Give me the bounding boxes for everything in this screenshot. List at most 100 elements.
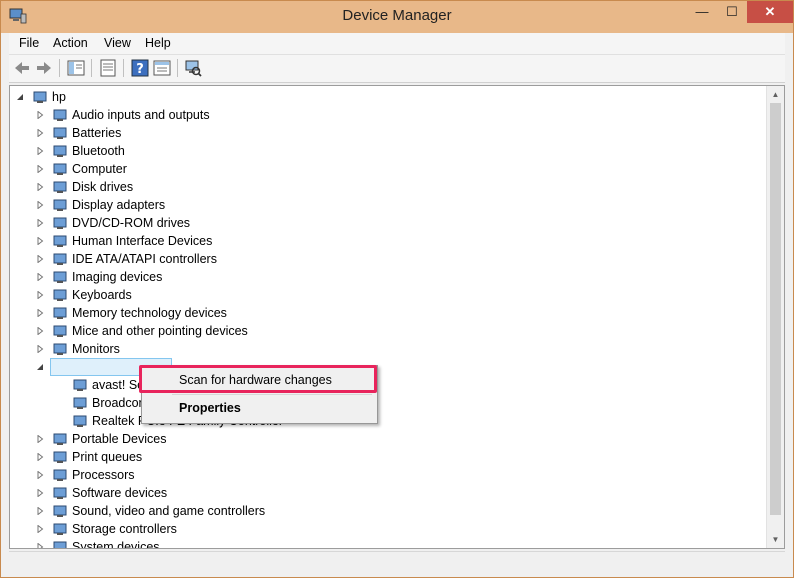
network-adapter-icon	[73, 397, 87, 409]
sound-icon	[53, 505, 67, 517]
collapsed-arrow-icon[interactable]	[36, 201, 44, 209]
properties-item[interactable]: Properties	[179, 401, 241, 415]
tree-item-label: Print queues	[72, 450, 143, 464]
tree-category-row[interactable]: Monitors	[10, 340, 765, 358]
bluetooth-icon	[53, 145, 67, 157]
tree-category-row[interactable]: Sound, video and game controllers	[10, 502, 765, 520]
collapsed-arrow-icon[interactable]	[36, 309, 44, 317]
toolbar-separator	[123, 59, 124, 77]
collapsed-arrow-icon[interactable]	[36, 237, 44, 245]
tree-category-row[interactable]: Memory technology devices	[10, 304, 765, 322]
collapsed-arrow-icon[interactable]	[36, 111, 44, 119]
tree-category-row[interactable]: Display adapters	[10, 196, 765, 214]
disk-icon	[53, 181, 67, 193]
view-icon[interactable]	[152, 58, 172, 78]
portable-icon	[53, 433, 67, 445]
monitor-icon	[53, 343, 67, 355]
tree-item-label: Processors	[72, 468, 135, 482]
tree-category-row[interactable]: Batteries	[10, 124, 765, 142]
menu-view[interactable]: View	[104, 36, 131, 50]
collapsed-arrow-icon[interactable]	[36, 525, 44, 533]
system-icon	[53, 541, 67, 548]
tree-item-label: Human Interface Devices	[72, 234, 213, 248]
vertical-scrollbar[interactable]: ▲ ▼	[766, 86, 784, 548]
network-adapter-icon	[73, 415, 87, 427]
tree-item-label: Portable Devices	[72, 432, 167, 446]
speaker-icon	[53, 109, 67, 121]
tree-item-label: DVD/CD-ROM drives	[72, 216, 191, 230]
collapsed-arrow-icon[interactable]	[36, 147, 44, 155]
tree-category-row[interactable]: Audio inputs and outputs	[10, 106, 765, 124]
tree-category-row[interactable]: Computer	[10, 160, 765, 178]
menu-action[interactable]: Action	[53, 36, 88, 50]
minimize-button[interactable]: —	[687, 1, 717, 23]
keyboard-icon	[53, 289, 67, 301]
menu-file[interactable]: File	[19, 36, 39, 50]
tree-item-label: Imaging devices	[72, 270, 163, 284]
show-hide-tree-icon[interactable]	[66, 58, 86, 78]
tree-item-label: Keyboards	[72, 288, 132, 302]
tree-item-label: Audio inputs and outputs	[72, 108, 210, 122]
help-icon[interactable]: ?	[130, 58, 150, 78]
collapsed-arrow-icon[interactable]	[36, 345, 44, 353]
scroll-up-icon[interactable]: ▲	[767, 86, 784, 103]
tree-category-row[interactable]: Software devices	[10, 484, 765, 502]
collapsed-arrow-icon[interactable]	[36, 255, 44, 263]
device-tree[interactable]: System devices Storage controllers Sound, …	[9, 85, 785, 549]
expanded-arrow-icon[interactable]	[16, 93, 24, 101]
tree-category-row[interactable]: Portable Devices	[10, 430, 765, 448]
tree-category-row[interactable]: Imaging devices	[10, 268, 765, 286]
collapsed-arrow-icon[interactable]	[36, 471, 44, 479]
collapsed-arrow-icon[interactable]	[36, 183, 44, 191]
collapsed-arrow-icon[interactable]	[36, 291, 44, 299]
tree-category-row[interactable]: Disk drives	[10, 178, 765, 196]
collapsed-arrow-icon[interactable]	[36, 543, 44, 549]
back-icon[interactable]	[12, 58, 32, 78]
collapsed-arrow-icon[interactable]	[36, 453, 44, 461]
highlight-box	[139, 365, 377, 393]
menu-bar: File Action View Help	[9, 33, 785, 55]
tree-root-row[interactable]: hp	[10, 88, 765, 106]
tree-category-row[interactable]: Bluetooth	[10, 142, 765, 160]
tree-category-row[interactable]: DVD/CD-ROM drives	[10, 214, 765, 232]
collapsed-arrow-icon[interactable]	[36, 273, 44, 281]
scrollbar-thumb[interactable]	[770, 103, 781, 515]
processor-icon	[53, 469, 67, 481]
collapsed-arrow-icon[interactable]	[36, 507, 44, 515]
tree-category-row[interactable]: IDE ATA/ATAPI controllers	[10, 250, 765, 268]
maximize-button[interactable]: ☐	[718, 1, 746, 23]
tree-category-row[interactable]: Human Interface Devices	[10, 232, 765, 250]
collapsed-arrow-icon[interactable]	[36, 165, 44, 173]
close-button[interactable]: ✕	[747, 1, 793, 23]
printer-icon	[53, 451, 67, 463]
menu-help[interactable]: Help	[145, 36, 171, 50]
collapsed-arrow-icon[interactable]	[36, 489, 44, 497]
collapsed-arrow-icon[interactable]	[36, 435, 44, 443]
dvd-icon	[53, 217, 67, 229]
tree-child-row[interactable]: Realtek PCIe FE Family Controller	[10, 412, 765, 430]
tree-category-row[interactable]: Mice and other pointing devices	[10, 322, 765, 340]
tree-category-row[interactable]: Print queues	[10, 448, 765, 466]
collapsed-arrow-icon[interactable]	[36, 219, 44, 227]
tree-category-row[interactable]: System devices	[10, 538, 765, 549]
tree-item-label: Computer	[72, 162, 127, 176]
tree-category-row[interactable]: Storage controllers	[10, 520, 765, 538]
hid-icon	[53, 235, 67, 247]
tree-category-row[interactable]: Processors	[10, 466, 765, 484]
properties-icon[interactable]	[98, 58, 118, 78]
scroll-down-icon[interactable]: ▼	[767, 531, 784, 548]
title-bar[interactable]: Device Manager — ☐ ✕	[1, 1, 793, 33]
expanded-arrow-icon[interactable]	[36, 363, 44, 371]
tree-child-row[interactable]: Broadcom	[10, 394, 765, 412]
scan-hardware-icon[interactable]	[183, 58, 203, 78]
forward-icon[interactable]	[34, 58, 54, 78]
software-icon	[53, 487, 67, 499]
tree-child-row[interactable]: avast! Sec	[10, 376, 765, 394]
computer-icon	[53, 163, 67, 175]
memory-icon	[53, 307, 67, 319]
collapsed-arrow-icon[interactable]	[36, 327, 44, 335]
ide-icon	[53, 253, 67, 265]
display-adapter-icon	[53, 199, 67, 211]
collapsed-arrow-icon[interactable]	[36, 129, 44, 137]
tree-category-row[interactable]: Keyboards	[10, 286, 765, 304]
